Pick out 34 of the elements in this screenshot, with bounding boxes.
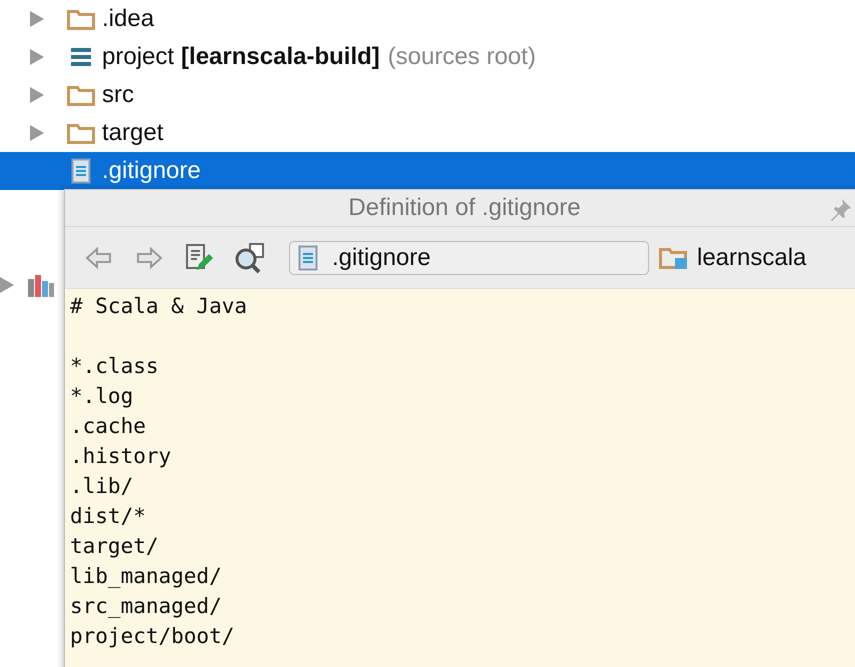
tree-item-label[interactable]: src — [102, 81, 134, 109]
folder-icon — [67, 8, 95, 30]
library-icon — [27, 273, 55, 297]
expand-arrow-icon[interactable] — [0, 277, 14, 293]
module-icon — [69, 46, 93, 68]
code-line: .cache — [70, 413, 146, 440]
file-icon — [298, 244, 318, 270]
selected-row[interactable]: .gitignore — [0, 152, 855, 190]
code-line: *.class — [70, 353, 159, 380]
folder-icon — [67, 84, 95, 106]
popup-title: Definition of .gitignore — [348, 194, 581, 222]
tree-item-label[interactable]: .idea — [102, 5, 154, 33]
code-line: src_managed/ — [70, 593, 222, 620]
code-line: *.log — [70, 383, 134, 410]
tree-item-label[interactable]: .gitignore — [102, 157, 201, 185]
module-location: learnscala — [697, 244, 806, 272]
code-line: target/ — [70, 533, 159, 560]
code-line: project/boot/ — [70, 623, 234, 650]
module-folder-icon — [659, 246, 689, 270]
module-name: [learnscala-build] — [181, 43, 380, 71]
code-line: .lib/ — [70, 473, 134, 500]
file-path-field[interactable]: .gitignore — [289, 240, 649, 274]
expand-arrow-icon[interactable] — [30, 49, 44, 65]
tree-item-label[interactable]: target — [102, 119, 164, 147]
code-line: .history — [70, 443, 172, 470]
code-line: dist/* — [70, 503, 146, 530]
code-line: # Scala & Java — [70, 293, 248, 320]
sources-root-hint: (sources root) — [388, 43, 536, 71]
code-line: lib_managed/ — [70, 563, 222, 590]
folder-icon — [67, 122, 95, 144]
tree-item-label[interactable]: project — [102, 43, 174, 71]
expand-arrow-icon[interactable] — [30, 11, 44, 27]
expand-arrow-icon[interactable] — [30, 87, 44, 103]
file-icon — [71, 158, 91, 184]
